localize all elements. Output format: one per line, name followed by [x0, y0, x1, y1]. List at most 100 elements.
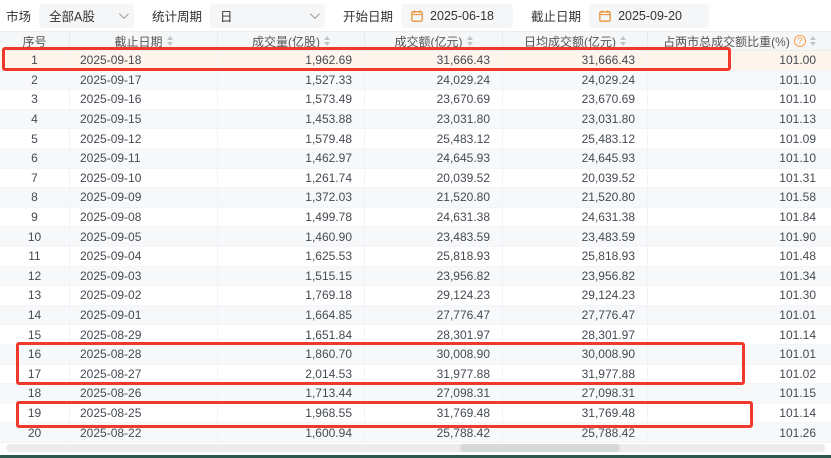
cell-amount: 20,039.52: [365, 169, 503, 189]
cell-index: 6: [0, 149, 70, 169]
cell-pct: 101.34: [648, 267, 831, 287]
end-date-label: 截止日期: [531, 6, 581, 25]
cell-date: 2025-09-04: [70, 247, 218, 267]
cell-daily-avg: 20,039.52: [503, 169, 648, 189]
start-date-value: 2025-06-18: [430, 9, 494, 23]
cell-pct: 101.31: [648, 169, 831, 189]
chevron-down-icon: [119, 9, 129, 19]
column-header-1[interactable]: 截止日期: [70, 32, 218, 50]
cell-volume: 1,261.74: [218, 169, 365, 189]
cell-daily-avg: 25,483.12: [503, 129, 648, 149]
cell-date: 2025-08-29: [70, 325, 218, 345]
table-row[interactable]: 122025-09-031,515.1523,956.8223,956.8210…: [0, 267, 831, 287]
column-header-label: 日均成交额(亿元): [524, 33, 616, 50]
table-row[interactable]: 202025-08-221,600.9425,788.4225,788.4210…: [0, 423, 831, 443]
cell-date: 2025-08-28: [70, 345, 218, 365]
table-row[interactable]: 72025-09-101,261.7420,039.5220,039.52101…: [0, 169, 831, 189]
table-row[interactable]: 162025-08-281,860.7030,008.9030,008.9010…: [0, 345, 831, 365]
cell-volume: 1,499.78: [218, 208, 365, 228]
cell-amount: 24,631.38: [365, 208, 503, 228]
cell-amount: 27,776.47: [365, 306, 503, 326]
table-row[interactable]: 62025-09-111,462.9724,645.9324,645.93101…: [0, 149, 831, 169]
table-row[interactable]: 92025-09-081,499.7824,631.3824,631.38101…: [0, 208, 831, 228]
table-row[interactable]: 182025-08-261,713.4427,098.3127,098.3110…: [0, 384, 831, 404]
column-header-2[interactable]: 成交量(亿股): [218, 32, 365, 50]
cell-pct: 101.84: [648, 208, 831, 228]
table-row[interactable]: 102025-09-051,460.9023,483.5923,483.5910…: [0, 227, 831, 247]
table-row[interactable]: 152025-08-291,651.8428,301.9728,301.9710…: [0, 325, 831, 345]
horizontal-scrollbar-track[interactable]: [6, 444, 825, 452]
table-row[interactable]: 112025-09-041,625.5325,818.9325,818.9310…: [0, 247, 831, 267]
cell-index: 9: [0, 208, 70, 228]
horizontal-scrollbar-thumb[interactable]: [460, 444, 620, 452]
table-row[interactable]: 42025-09-151,453.8823,031.8023,031.80101…: [0, 110, 831, 130]
sort-carets-icon[interactable]: [167, 36, 173, 46]
cell-volume: 1,625.53: [218, 247, 365, 267]
column-header-5[interactable]: 占两市总成交额比重(%)?: [648, 32, 831, 50]
table-row[interactable]: 12025-09-181,962.6931,666.4331,666.43101…: [0, 51, 831, 71]
sort-carets-icon[interactable]: [324, 36, 330, 46]
cell-index: 3: [0, 90, 70, 110]
cell-index: 4: [0, 110, 70, 130]
table-row[interactable]: 192025-08-251,968.5531,769.4831,769.4810…: [0, 404, 831, 424]
cell-date: 2025-09-09: [70, 188, 218, 208]
cell-daily-avg: 23,483.59: [503, 227, 648, 247]
cell-date: 2025-09-05: [70, 227, 218, 247]
cell-pct: 101.00: [648, 51, 831, 71]
period-select[interactable]: 日: [210, 4, 325, 28]
column-header-3[interactable]: 成交额(亿元): [365, 32, 503, 50]
cell-daily-avg: 31,977.88: [503, 365, 648, 385]
cell-volume: 1,860.70: [218, 345, 365, 365]
cell-amount: 27,098.31: [365, 384, 503, 404]
column-header-label: 截止日期: [114, 33, 162, 50]
market-turnover-page: 市场 全部A股 统计周期 日 开始日期 2025-06-18 截止日期: [0, 0, 831, 458]
cell-index: 10: [0, 227, 70, 247]
cell-date: 2025-09-01: [70, 306, 218, 326]
cell-pct: 101.01: [648, 345, 831, 365]
table-row[interactable]: 172025-08-272,014.5331,977.8831,977.8810…: [0, 365, 831, 385]
help-icon[interactable]: ?: [794, 35, 806, 47]
cell-amount: 25,788.42: [365, 423, 503, 443]
cell-volume: 1,462.97: [218, 149, 365, 169]
column-header-label: 成交额(亿元): [395, 33, 463, 50]
cell-daily-avg: 25,788.42: [503, 423, 648, 443]
cell-date: 2025-09-03: [70, 267, 218, 287]
end-date-input[interactable]: 2025-09-20: [589, 4, 709, 28]
cell-amount: 29,124.23: [365, 286, 503, 306]
sort-carets-icon[interactable]: [467, 36, 473, 46]
cell-amount: 25,483.12: [365, 129, 503, 149]
cell-index: 13: [0, 286, 70, 306]
cell-pct: 101.48: [648, 247, 831, 267]
cell-date: 2025-09-17: [70, 71, 218, 91]
cell-volume: 1,579.48: [218, 129, 365, 149]
cell-volume: 1,664.85: [218, 306, 365, 326]
cell-volume: 1,573.49: [218, 90, 365, 110]
market-label: 市场: [6, 6, 31, 25]
cell-daily-avg: 23,670.69: [503, 90, 648, 110]
cell-amount: 31,666.43: [365, 51, 503, 71]
table-body: 12025-09-181,962.6931,666.4331,666.43101…: [0, 51, 831, 443]
market-select[interactable]: 全部A股: [39, 4, 134, 28]
cell-pct: 101.10: [648, 71, 831, 91]
cell-date: 2025-08-25: [70, 404, 218, 424]
table-row[interactable]: 32025-09-161,573.4923,670.6923,670.69101…: [0, 90, 831, 110]
period-select-value: 日: [220, 6, 233, 25]
cell-daily-avg: 21,520.80: [503, 188, 648, 208]
sort-carets-icon[interactable]: [810, 36, 816, 46]
column-header-4[interactable]: 日均成交额(亿元): [503, 32, 648, 50]
table-row[interactable]: 132025-09-021,769.1829,124.2329,124.2310…: [0, 286, 831, 306]
cell-index: 7: [0, 169, 70, 189]
sort-carets-icon[interactable]: [620, 36, 626, 46]
start-date-input[interactable]: 2025-06-18: [401, 4, 513, 28]
cell-amount: 24,029.24: [365, 71, 503, 91]
cell-pct: 101.02: [648, 365, 831, 385]
cell-amount: 31,977.88: [365, 365, 503, 385]
table-row[interactable]: 142025-09-011,664.8527,776.4727,776.4710…: [0, 306, 831, 326]
table-row[interactable]: 82025-09-091,372.0321,520.8021,520.80101…: [0, 188, 831, 208]
table-row[interactable]: 22025-09-171,527.3324,029.2424,029.24101…: [0, 71, 831, 91]
cell-amount: 21,520.80: [365, 188, 503, 208]
cell-date: 2025-08-22: [70, 423, 218, 443]
table-row[interactable]: 52025-09-121,579.4825,483.1225,483.12101…: [0, 129, 831, 149]
cell-index: 20: [0, 423, 70, 443]
cell-amount: 24,645.93: [365, 149, 503, 169]
